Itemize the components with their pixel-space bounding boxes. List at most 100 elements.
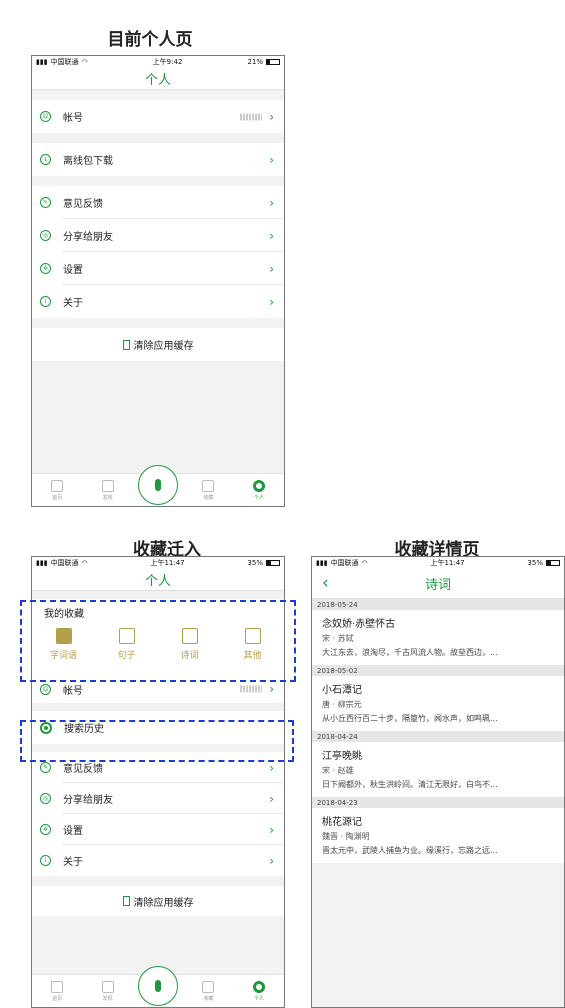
row-account[interactable]: ☺ 帐号 ›: [32, 100, 284, 133]
tab-home[interactable]: 首页: [32, 975, 82, 1007]
nav-bar: 个人: [32, 568, 284, 591]
poem-item[interactable]: 江亭晚眺宋 · 赵雄 日下阙都外，秋生洪岭间。清江无限好，白鸟不...: [312, 742, 564, 797]
poem-excerpt: 晋太元中，武陵人捕鱼为业。缘溪行，忘路之远...: [322, 846, 498, 855]
account-icon: ☺: [40, 683, 51, 695]
chevron-right-icon: ›: [269, 195, 274, 210]
battery-icon: [265, 559, 280, 566]
row-offline-download[interactable]: ↓ 离线包下载 ›: [32, 143, 284, 176]
gear-icon: ✲: [40, 824, 51, 835]
microphone-icon: [155, 479, 161, 491]
title-current: 目前个人页: [107, 30, 193, 50]
row-share[interactable]: ◎ 分享给朋友 ›: [32, 783, 284, 814]
row-label: 设置: [63, 826, 83, 837]
date-header: 2018-04-24: [312, 731, 564, 742]
mic-button[interactable]: [138, 966, 178, 1006]
nav-title: 个人: [144, 573, 171, 589]
highlight-search-history: [20, 720, 294, 762]
clock: 上午11:47: [150, 558, 185, 567]
signal-icon: ▮▮▮: [36, 57, 48, 66]
tab-discover[interactable]: 发现: [82, 975, 132, 1007]
row-label: 意见反馈: [63, 199, 103, 210]
poem-title: 江亭晚眺: [322, 751, 362, 762]
poem-item[interactable]: 念奴娇·赤壁怀古宋 · 苏轼 大江东去，浪淘尽，千古风流人物。故垒西边，...: [312, 610, 564, 665]
divider-gap: [32, 90, 284, 100]
chevron-right-icon: ›: [269, 682, 274, 696]
row-settings[interactable]: ✲ 设置 ›: [32, 252, 284, 285]
poem-item[interactable]: 小石潭记唐 · 柳宗元从小丘西行百二十步，隔篁竹，闻水声，如鸣珮...: [312, 676, 564, 731]
mic-button[interactable]: [138, 465, 178, 505]
divider-gap: [32, 133, 284, 143]
clear-cache-button[interactable]: 清除应用缓存: [32, 886, 284, 916]
poem-item[interactable]: 桃花源记魏晋 · 陶渊明晋太元中，武陵人捕鱼为业。缘溪行，忘路之远...: [312, 808, 564, 863]
tab-favorites[interactable]: 收藏: [183, 474, 233, 506]
nav-title: 诗词: [424, 577, 451, 593]
carrier: 中国联通: [50, 558, 79, 567]
chevron-right-icon: ›: [269, 152, 274, 167]
poem-excerpt: 大江东去，浪淘尽，千古风流人物。故垒西边，...: [322, 648, 498, 657]
qr-icon: [240, 113, 262, 120]
clear-cache-label: 清除应用缓存: [133, 341, 194, 352]
row-label: 设置: [63, 265, 83, 276]
battery-text: 21%: [247, 57, 263, 66]
carrier: 中国联通: [330, 558, 359, 567]
clear-cache-button[interactable]: 清除应用缓存: [32, 328, 284, 361]
row-label: 分享给朋友: [63, 232, 113, 243]
highlight-favorites: [20, 600, 296, 682]
chevron-right-icon: ›: [269, 228, 274, 243]
clock: 上午11:47: [430, 558, 465, 567]
tab-label: 发现: [102, 995, 113, 1002]
nav-title: 个人: [144, 72, 171, 88]
chevron-right-icon: ›: [269, 853, 274, 868]
row-label: 分享给朋友: [63, 795, 113, 806]
download-icon: ↓: [40, 154, 51, 165]
wifi-icon: ◠: [81, 558, 88, 567]
wifi-icon: ◠: [361, 558, 368, 567]
chevron-right-icon: ›: [269, 294, 274, 309]
tab-home[interactable]: 首页: [32, 474, 82, 506]
poem-title: 小石潭记: [322, 685, 362, 696]
poem-author: 魏晋 · 陶渊明: [322, 832, 370, 841]
share-icon: ◎: [40, 230, 51, 241]
phone-current: ▮▮▮ 中国联通 ◠ 上午9:42 21% 个人 ☺ 帐号 › ↓ 离线包下载 › ✎ 意见反…: [31, 55, 285, 507]
battery-icon: [266, 58, 280, 65]
nav-bar: 个人: [32, 67, 284, 90]
info-icon: i: [40, 855, 51, 866]
wifi-icon: ◠: [81, 57, 88, 66]
qr-icon: [240, 685, 262, 693]
trash-icon: [122, 896, 130, 906]
tab-label: 收藏: [203, 494, 214, 501]
poem-title: 桃花源记: [322, 817, 362, 828]
chevron-right-icon: ›: [269, 791, 274, 806]
row-about[interactable]: i 关于 ›: [32, 285, 284, 318]
row-feedback[interactable]: ✎ 意见反馈 ›: [32, 186, 284, 219]
tab-favorites[interactable]: 收藏: [183, 975, 233, 1007]
tab-label: 收藏: [203, 995, 214, 1002]
poem-title: 念奴娇·赤壁怀古: [322, 619, 396, 630]
poem-excerpt: 从小丘西行百二十步，隔篁竹，闻水声，如鸣珮...: [322, 714, 498, 723]
divider-gap: [32, 591, 284, 599]
tab-personal[interactable]: 个人: [234, 975, 284, 1007]
poem-author: 唐 · 柳宗元: [322, 700, 362, 709]
chevron-right-icon: ›: [269, 760, 274, 775]
row-about[interactable]: i 关于 ›: [32, 845, 284, 876]
paper-plane-icon: [101, 980, 114, 993]
chevron-right-icon: ›: [269, 261, 274, 276]
gear-icon: ✲: [40, 263, 51, 274]
carrier: 中国联通: [50, 57, 79, 66]
tab-personal[interactable]: 个人: [234, 474, 284, 506]
tab-discover[interactable]: 发现: [82, 474, 132, 506]
battery-icon: [545, 559, 560, 566]
clock: 上午9:42: [152, 57, 183, 66]
chevron-right-icon: ›: [269, 109, 274, 124]
person-icon: [252, 980, 265, 993]
divider-gap: [32, 176, 284, 186]
feedback-icon: ✎: [40, 197, 51, 208]
status-bar: ▮▮▮ 中国联通 ◠ 上午9:42 21%: [32, 56, 284, 67]
row-settings[interactable]: ✲ 设置 ›: [32, 814, 284, 845]
back-chevron-icon[interactable]: ‹: [322, 568, 329, 598]
tab-label: 个人: [253, 494, 264, 501]
row-share[interactable]: ◎ 分享给朋友 ›: [32, 219, 284, 252]
status-bar: ▮▮▮ 中国联通 ◠ 上午11:47 35%: [32, 557, 284, 568]
tab-label: 发现: [102, 494, 113, 501]
share-icon: ◎: [40, 793, 51, 804]
